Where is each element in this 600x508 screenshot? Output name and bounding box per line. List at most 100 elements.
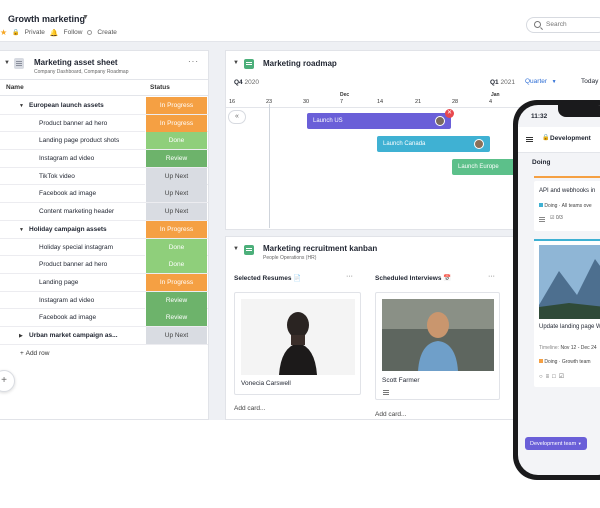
search-input[interactable] [546, 21, 600, 28]
column-header-name[interactable]: Name [6, 84, 24, 91]
collapse-icon[interactable]: ▼ [233, 60, 239, 66]
mobile-header: 🔒 Development [518, 127, 600, 153]
roadmap-bar-launch-us[interactable]: Launch US ✕ [307, 109, 454, 129]
table-row[interactable]: TikTok video Up Next [0, 167, 208, 186]
panel-title[interactable]: Marketing asset sheet [34, 58, 118, 67]
status-badge[interactable]: Review [145, 150, 207, 168]
plus-circle-icon [87, 30, 93, 35]
kanban-column-title[interactable]: Scheduled Interviews 📅 [375, 274, 451, 282]
follow-button[interactable]: Follow [64, 29, 83, 36]
table-row[interactable]: Holiday special instagram Done [0, 238, 208, 257]
column-accent [534, 176, 600, 178]
row-name[interactable]: Instagram ad video [39, 297, 94, 304]
status-badge[interactable]: In Progress [145, 114, 207, 132]
row-name[interactable]: Product banner ad hero [39, 120, 107, 127]
app-window: Growth marketing ▼ ★ 🔒 Private 🔔 Follow … [0, 0, 600, 420]
create-button[interactable]: Create [97, 29, 117, 36]
table-row[interactable]: Content marketing header Up Next [0, 203, 208, 221]
chip-square [539, 203, 543, 207]
status-badge[interactable]: Review [145, 291, 207, 309]
kanban-card[interactable]: Scott Farmer [375, 292, 500, 400]
collapse-icon[interactable]: ▼ [4, 60, 10, 66]
collapse-icon[interactable]: ▼ [233, 246, 239, 252]
status-badge[interactable]: In Progress [145, 273, 207, 291]
timeline-tick: 21 [415, 99, 422, 105]
list-icon [539, 217, 545, 218]
kanban-column-title[interactable]: Selected Resumes 📄 [234, 274, 301, 282]
kanban-card[interactable]: Vonecia Carswell [234, 292, 361, 395]
board-title[interactable]: Development [550, 135, 591, 142]
add-row-button[interactable]: + Add row [20, 350, 49, 357]
row-name[interactable]: TikTok video [39, 173, 75, 180]
status-badge[interactable]: Up Next [145, 185, 207, 203]
add-card-button[interactable]: Add card... [375, 411, 406, 418]
chevron-right-icon[interactable]: ▶ [19, 333, 23, 339]
panel-title[interactable]: Marketing roadmap [263, 59, 337, 68]
row-name[interactable]: Holiday special instagram [39, 244, 113, 251]
column-header-status[interactable]: Status [150, 84, 170, 91]
back-button[interactable]: « [228, 110, 246, 124]
menu-icon[interactable] [526, 137, 533, 138]
table-row[interactable]: ▶ Urban market campaign as... Up Next [0, 326, 208, 345]
lock-icon: 🔒 [542, 135, 550, 141]
checklist-count: ☑ 0/3 [550, 215, 563, 221]
row-name[interactable]: Instagram ad video [39, 155, 94, 162]
workspace-title[interactable]: Growth marketing [8, 14, 85, 24]
status-badge[interactable]: In Progress [145, 220, 207, 238]
status-badge[interactable]: Up Next [145, 203, 207, 221]
panel-title[interactable]: Marketing recruitment kanban [263, 244, 377, 253]
bar-label: Launch Canada [383, 141, 426, 147]
checklist-icon[interactable]: ☑ [559, 374, 567, 380]
note-icon [383, 390, 389, 391]
row-name[interactable]: Facebook ad image [39, 314, 96, 321]
status-badge[interactable]: In Progress [145, 97, 207, 114]
group-name[interactable]: European launch assets [29, 102, 104, 109]
status-badge[interactable]: Done [145, 256, 207, 274]
more-options-icon[interactable]: ··· [188, 57, 199, 66]
star-icon[interactable]: ★ [0, 28, 7, 37]
table-row[interactable]: Instagram ad video Review [0, 291, 208, 310]
status-badge[interactable]: Done [145, 132, 207, 150]
team-button[interactable]: Development team ▼ [525, 437, 587, 450]
more-options-icon[interactable]: ··· [488, 273, 495, 280]
row-name[interactable]: Facebook ad image [39, 190, 96, 197]
chevron-down-icon[interactable]: ▼ [19, 103, 24, 109]
status-badge[interactable]: Done [145, 238, 207, 256]
status-badge[interactable]: Review [145, 309, 207, 327]
today-button[interactable]: Today [581, 78, 598, 85]
table-row[interactable]: Facebook ad image Up Next [0, 185, 208, 204]
row-name[interactable]: Landing page product shots [39, 137, 119, 144]
mobile-card[interactable]: API and webhooks in Doing · All teams ov… [534, 181, 600, 231]
bell-icon[interactable]: ○ [539, 374, 546, 380]
search-box[interactable] [526, 17, 600, 33]
more-options-icon[interactable]: ··· [346, 273, 353, 280]
table-row[interactable]: Facebook ad image Review [0, 309, 208, 327]
row-name[interactable]: Product banner ad hero [39, 261, 107, 268]
chevron-down-icon[interactable]: ▼ [19, 227, 24, 233]
q4-label: Q4 [234, 79, 243, 86]
chevron-down-icon[interactable]: ▼ [82, 14, 89, 21]
mobile-card[interactable]: Update landing page Word) Timeline: Nov … [534, 241, 600, 387]
plus-icon: + [20, 350, 24, 357]
table-row[interactable]: Product banner ad hero Done [0, 256, 208, 274]
table-row[interactable]: Product banner ad hero In Progress [0, 114, 208, 133]
close-icon[interactable]: ✕ [445, 109, 454, 118]
table-row[interactable]: Landing page In Progress [0, 273, 208, 292]
portrait-image [279, 312, 317, 375]
roadmap-bar-launch-europe[interactable]: Launch Europe [452, 159, 522, 175]
row-name[interactable]: Landing page [39, 279, 78, 286]
timeline-row: Timeline: Nov 12 - Dec 24 [539, 345, 597, 351]
roadmap-bar-launch-canada[interactable]: Launch Canada [377, 136, 490, 152]
group-name[interactable]: Urban market campaign as... [29, 332, 118, 339]
status-badge[interactable]: Up Next [145, 326, 207, 344]
scale-dropdown[interactable]: Quarter ▼ [525, 78, 557, 85]
table-row[interactable]: ▼ European launch assets In Progress [0, 97, 208, 115]
add-card-button[interactable]: Add card... [234, 405, 265, 412]
row-name[interactable]: Content marketing header [39, 208, 114, 215]
group-name[interactable]: Holiday campaign assets [29, 226, 107, 233]
comment-icon[interactable]: □ [552, 374, 559, 380]
table-row[interactable]: Landing page product shots Done [0, 132, 208, 151]
table-row[interactable]: ▼ Holiday campaign assets In Progress [0, 220, 208, 239]
table-row[interactable]: Instagram ad video Review [0, 150, 208, 168]
status-badge[interactable]: Up Next [145, 167, 207, 185]
